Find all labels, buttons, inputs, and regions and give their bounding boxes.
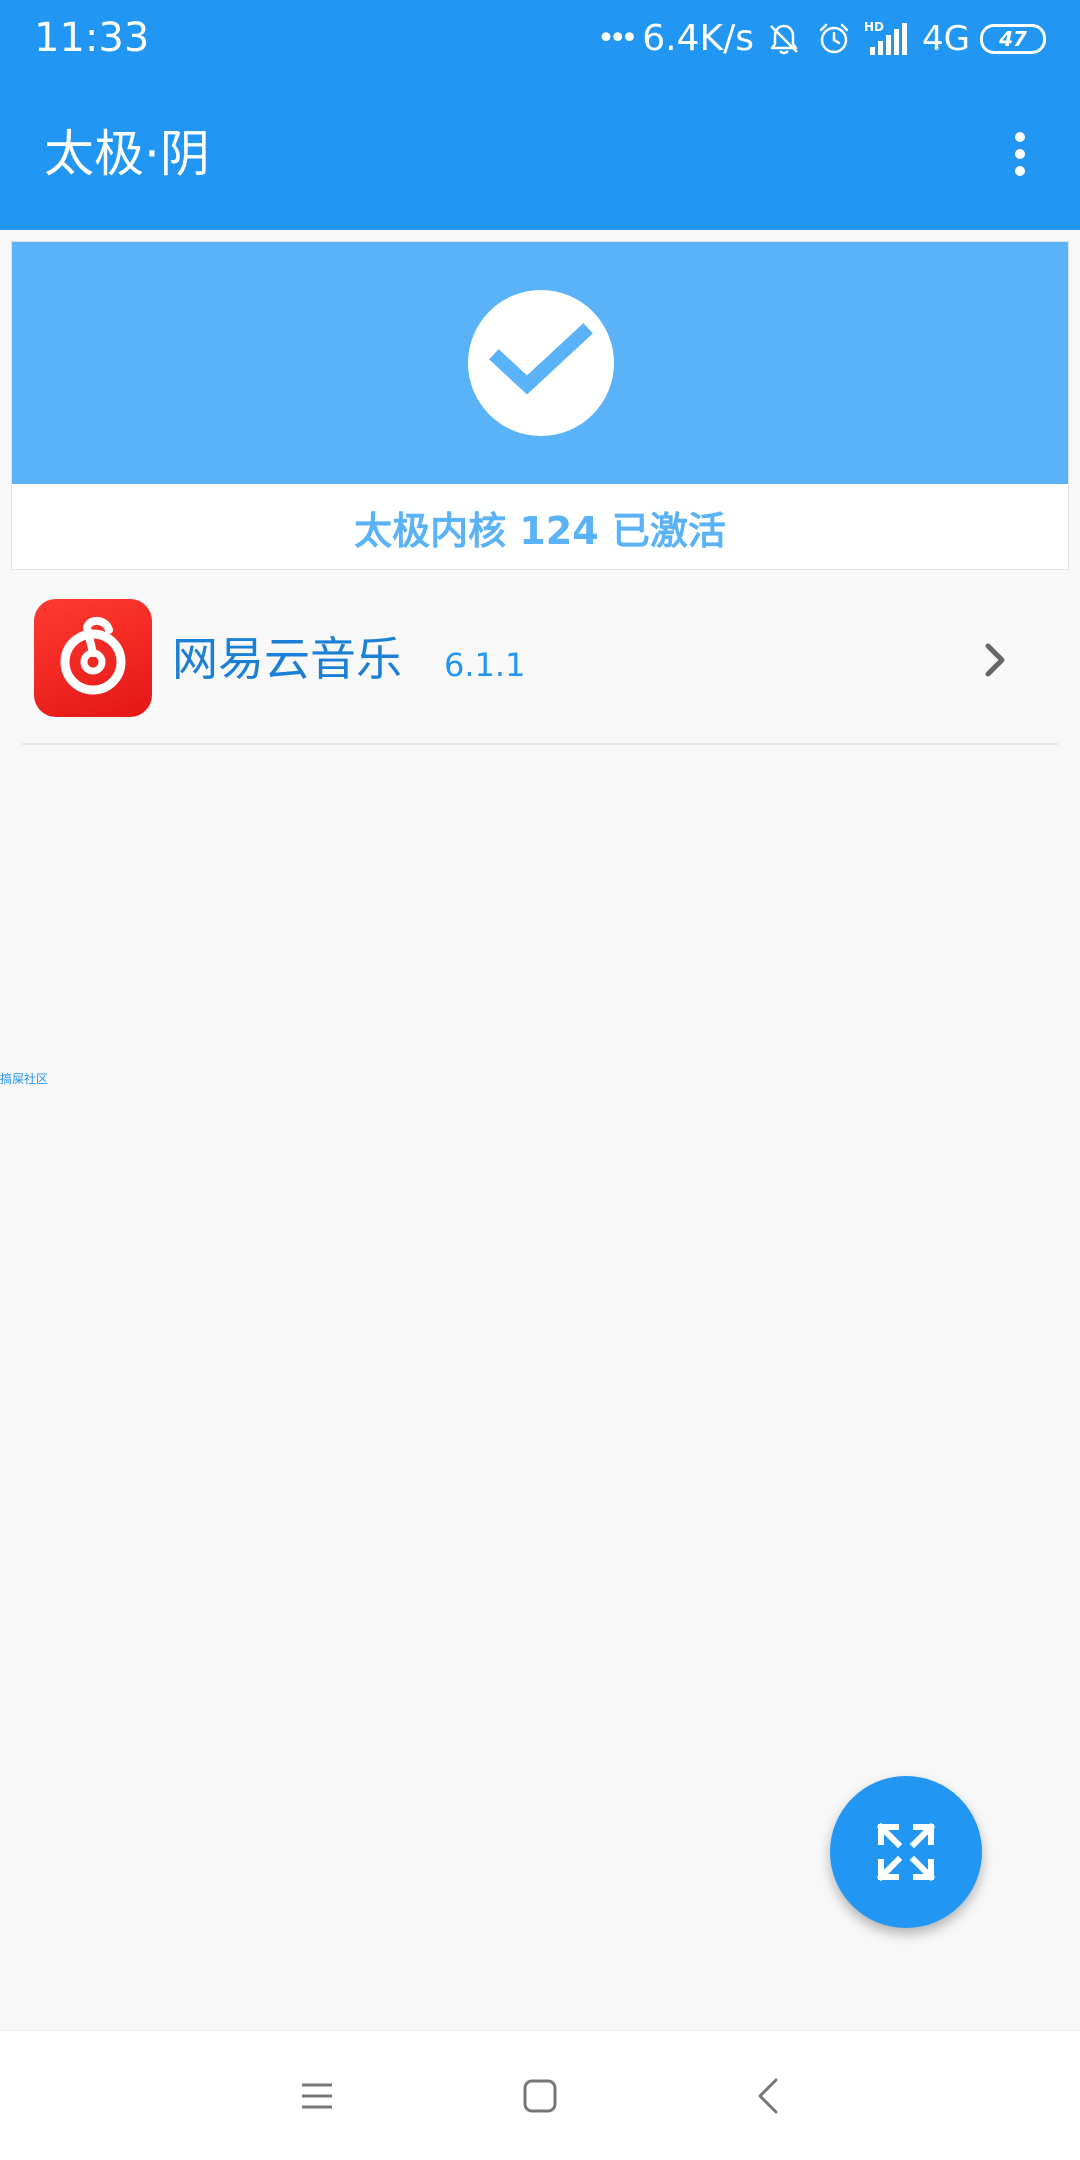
notification-dots: ••• (597, 21, 638, 56)
top-bar: 11:33 ••• 6.4K/s HD 4G 47 太极·阴 (0, 0, 1080, 230)
app-bar: 太极·阴 (0, 100, 1080, 210)
app-name: 网易云音乐 (172, 632, 402, 686)
battery-level: 47 (999, 27, 1027, 51)
overflow-menu-icon[interactable] (994, 128, 1046, 180)
activation-status-card[interactable]: 太极内核 124 已激活 (11, 241, 1069, 570)
chevron-right-icon (976, 635, 1016, 685)
side-watermark: 搞屎社区 (0, 1072, 49, 1086)
menu-icon[interactable] (282, 2061, 352, 2131)
signal-icon: HD (864, 19, 912, 59)
status-card-banner (12, 242, 1068, 484)
navigation-bar (0, 2030, 1080, 2160)
alarm-icon (814, 19, 854, 59)
status-bar: 11:33 ••• 6.4K/s HD 4G 47 (0, 0, 1080, 78)
expand-fab-button[interactable] (830, 1776, 982, 1928)
mute-bell-icon (764, 19, 804, 59)
back-icon[interactable] (733, 2061, 803, 2131)
list-item-app[interactable]: 网易云音乐 6.1.1 (22, 585, 1058, 745)
expand-icon (876, 1822, 936, 1882)
hd-label: HD (864, 20, 884, 34)
activation-status-text: 太极内核 124 已激活 (354, 508, 726, 553)
status-icons: ••• 6.4K/s HD 4G 47 (597, 14, 1046, 64)
netease-music-icon (34, 599, 152, 717)
home-icon[interactable] (505, 2061, 575, 2131)
battery-icon: 47 (980, 24, 1046, 54)
network-type: 4G (922, 19, 970, 59)
status-time: 11:33 (34, 15, 150, 61)
check-icon (468, 290, 614, 436)
app-title: 太极·阴 (44, 125, 210, 183)
screen: 11:33 ••• 6.4K/s HD 4G 47 太极·阴 太极内核 124 … (0, 0, 1080, 2160)
network-speed: 6.4K/s (642, 18, 755, 59)
app-version: 6.1.1 (444, 646, 526, 684)
